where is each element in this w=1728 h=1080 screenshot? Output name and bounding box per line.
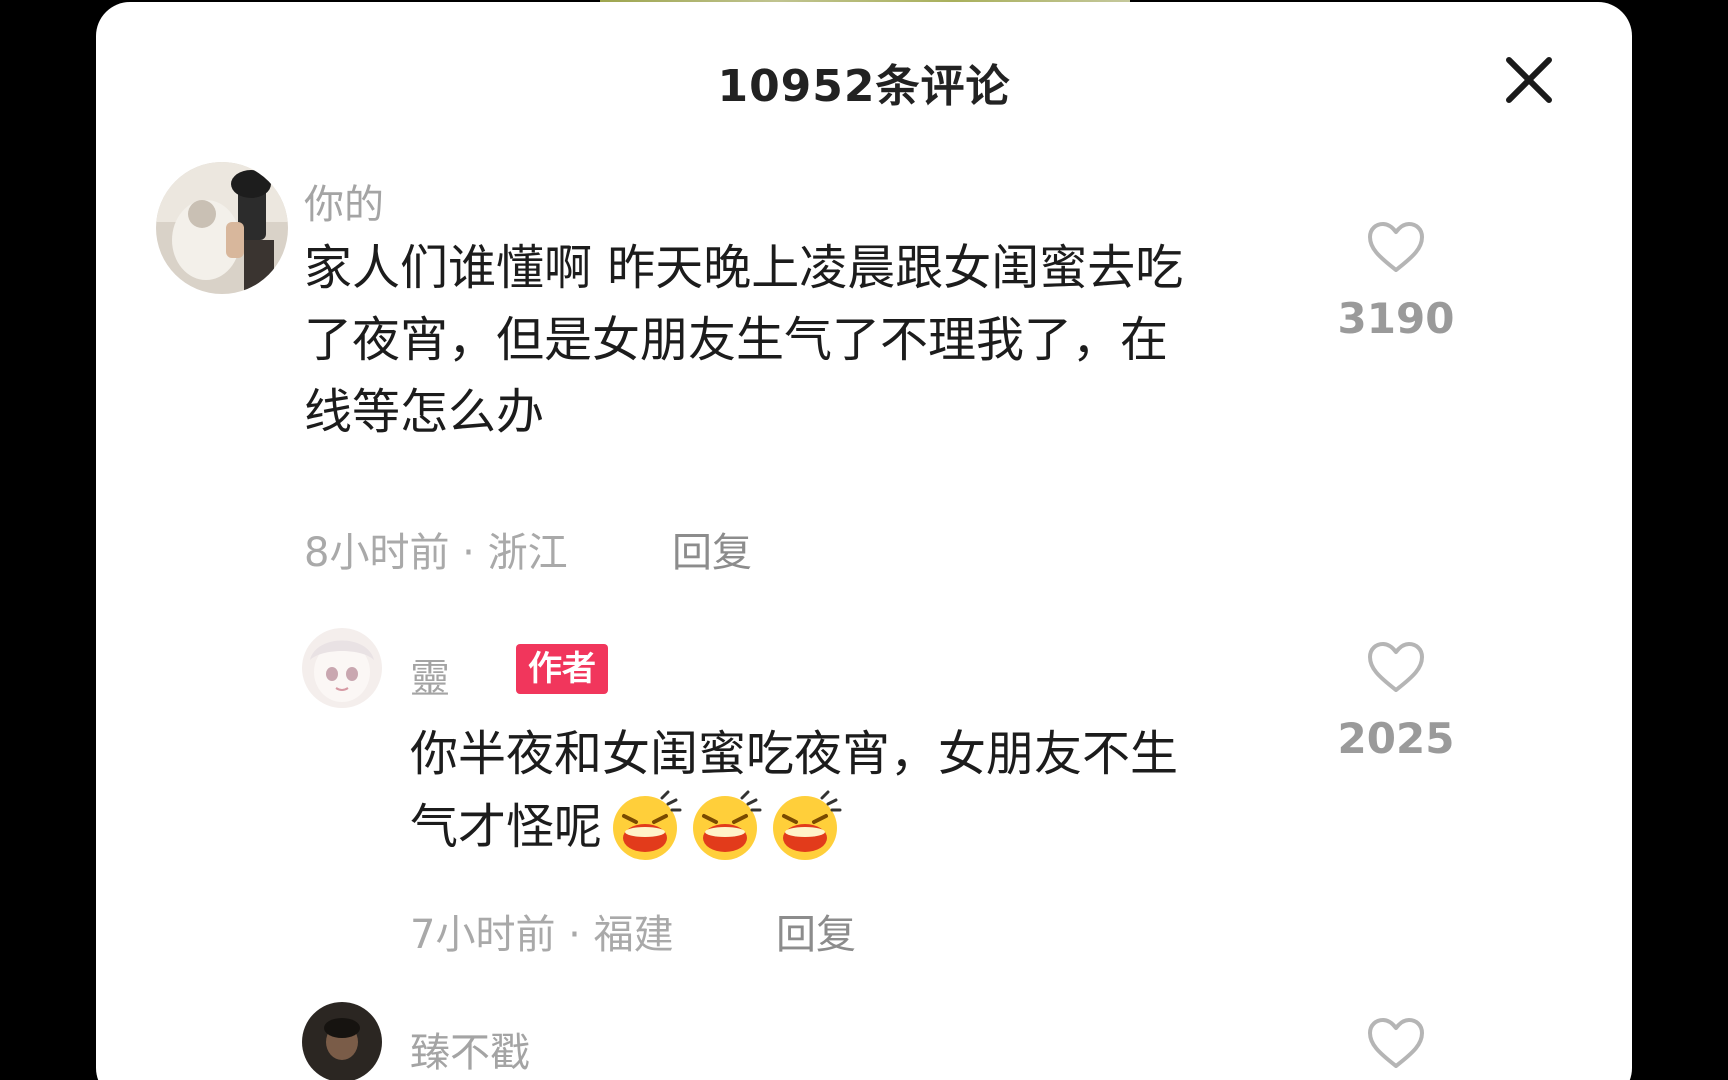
comment-text-line: 你半夜和女闺蜜吃夜宵，女朋友不生 — [410, 726, 1179, 782]
comment-text: 你半夜和女闺蜜吃夜宵，女朋友不生 气才怪呢 — [410, 718, 1310, 864]
avatar[interactable] — [156, 162, 288, 294]
heart-outline-icon[interactable] — [1366, 220, 1426, 276]
comment-text-line: 家人们谁懂啊 昨天晚上凌晨跟女闺蜜去吃 — [304, 240, 1184, 296]
comment-username[interactable]: 你的 — [304, 172, 384, 230]
comment-text-line: 线等怎么办 — [304, 384, 545, 440]
comment-text-line: 了夜宵，但是女朋友生气了不理我了，在 — [304, 312, 1169, 368]
reply-button[interactable]: 回复 — [776, 902, 856, 960]
heart-outline-icon[interactable] — [1366, 640, 1426, 696]
reply-button[interactable]: 回复 — [672, 520, 752, 578]
heart-outline-icon[interactable] — [1366, 1016, 1426, 1072]
avatar[interactable] — [302, 1002, 382, 1080]
comment-text-segment: 气才怪呢 — [410, 799, 603, 855]
laughing-crying-emoji-icon — [613, 790, 682, 860]
comment-text-line: 气才怪呢 — [410, 790, 1310, 864]
comments-count-title: 10952条评论 — [717, 61, 1011, 112]
close-button[interactable] — [1501, 52, 1557, 108]
author-badge: 作者 — [516, 644, 608, 694]
avatar[interactable] — [302, 628, 382, 708]
laughing-crying-emoji-icon — [773, 790, 842, 860]
close-icon — [1506, 57, 1552, 103]
like-count: 3190 — [1337, 294, 1455, 343]
laughing-crying-emoji-icon — [693, 790, 762, 860]
screen: 10952条评论 你的 家人们谁懂啊 昨天晚上凌晨跟女闺蜜去吃 了夜宵，但是女朋… — [0, 0, 1728, 1080]
comment-username[interactable]: 靈 — [410, 646, 450, 704]
comments-panel: 10952条评论 你的 家人们谁懂啊 昨天晚上凌晨跟女闺蜜去吃 了夜宵，但是女朋… — [96, 2, 1632, 1080]
comment-time-location: 8小时前 · 浙江 — [304, 530, 568, 576]
comment-username[interactable]: 臻不戳 — [410, 1020, 530, 1078]
comment-time-location: 7小时前 · 福建 — [410, 912, 674, 958]
comment-text: 家人们谁懂啊 昨天晚上凌晨跟女闺蜜去吃 了夜宵，但是女朋友生气了不理我了，在 线… — [304, 232, 1324, 448]
like-count: 2025 — [1337, 714, 1455, 763]
